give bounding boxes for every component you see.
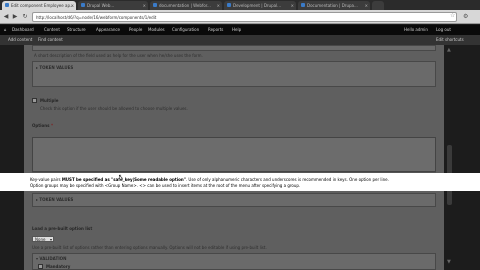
close-tab-icon[interactable]: ×: [71, 1, 74, 10]
menu-help[interactable]: Help: [232, 25, 241, 35]
menu-modules[interactable]: Modules: [148, 25, 165, 35]
menu-people[interactable]: People: [129, 25, 142, 35]
bookmark-star-icon[interactable]: ☆: [450, 12, 455, 19]
drupal-favicon-icon: [153, 3, 157, 7]
validation-fieldset: [32, 253, 436, 270]
help-prefix: Key-value pairs: [30, 177, 62, 182]
mandatory-label: Mandatory: [46, 264, 71, 269]
close-tab-icon[interactable]: ×: [365, 1, 368, 10]
page-content: A short description of the field used as…: [0, 45, 480, 270]
options-label: Options *: [32, 123, 53, 128]
logout-link[interactable]: Log out: [436, 25, 451, 35]
menu-reports[interactable]: Reports: [208, 25, 223, 35]
page-scrollbar[interactable]: ▲ ▼: [444, 45, 456, 270]
menu-structure[interactable]: Structure: [67, 25, 86, 35]
url-input[interactable]: http://localhost/d6/?q=node/16/webform/c…: [32, 12, 457, 22]
options-help-line-2: Option groups may be specified with <Gro…: [30, 183, 301, 188]
close-tab-icon[interactable]: ×: [217, 1, 220, 10]
token-values-toggle-2[interactable]: ▸ TOKEN VALUES: [36, 197, 73, 202]
back-arrow-icon[interactable]: ◀: [2, 13, 10, 21]
chevron-down-icon: ▾: [49, 237, 52, 242]
close-tab-icon[interactable]: ×: [143, 1, 146, 10]
tab-label: Drupal Web...: [87, 3, 115, 8]
drupal-favicon-icon: [301, 3, 305, 7]
validation-toggle[interactable]: ▾ VALIDATION: [36, 256, 66, 261]
home-icon[interactable]: ⌂: [4, 25, 7, 35]
mandatory-checkbox[interactable]: [38, 264, 43, 269]
validation-legend: VALIDATION: [39, 256, 67, 261]
scroll-down-arrow-icon[interactable]: ▼: [447, 259, 451, 265]
tab-edit-component[interactable]: Edit component Employee ap... ×: [2, 1, 76, 10]
drupal-favicon-icon: [81, 3, 85, 7]
tab-label: Edit component Employee ap...: [11, 3, 74, 8]
browser-tab-bar: Edit component Employee ap... × Drupal W…: [0, 0, 480, 18]
options-label-text: Options: [32, 123, 50, 128]
options-help-highlight: Key-value pairs MUST be specified as "sa…: [0, 173, 480, 191]
tab-label: documentation | Webfor...: [159, 3, 211, 8]
reload-icon[interactable]: ↻: [21, 13, 29, 21]
options-textarea[interactable]: [32, 137, 436, 172]
options-help-line-1: Key-value pairs MUST be specified as "sa…: [30, 177, 389, 182]
prebuilt-list-select[interactable]: None ▾: [32, 236, 54, 242]
webform-component-form: A short description of the field used as…: [24, 45, 444, 270]
shortcut-find-content[interactable]: Find content: [38, 35, 63, 45]
edit-shortcuts-link[interactable]: Edit shortcuts: [436, 35, 464, 45]
forward-arrow-icon[interactable]: ▶: [11, 13, 19, 21]
token-values-fieldset-1: [32, 61, 436, 87]
scroll-up-arrow-icon[interactable]: ▲: [447, 47, 451, 53]
description-help: A short description of the field used as…: [34, 53, 203, 58]
prebuilt-list-label: Load a pre-built option list: [32, 226, 93, 231]
required-marker: *: [50, 123, 54, 128]
token-values-legend: TOKEN VALUES: [39, 65, 74, 70]
tab-drupal-web[interactable]: Drupal Web... ×: [78, 1, 148, 10]
tab-documentation-webform[interactable]: documentation | Webfor... ×: [150, 1, 222, 10]
token-values-legend: TOKEN VALUES: [39, 197, 74, 202]
description-field[interactable]: [32, 45, 436, 51]
menu-appearance[interactable]: Appearance: [96, 25, 120, 35]
admin-toolbar: ⌂ Dashboard Content Structure Appearance…: [0, 25, 480, 35]
address-bar: ◀ ▶ ↻ http://localhost/d6/?q=node/16/web…: [0, 10, 480, 24]
token-values-toggle-1[interactable]: ▸ TOKEN VALUES: [36, 65, 73, 70]
tab-documentation-drupal[interactable]: Documentation | Drupa... ×: [298, 1, 370, 10]
new-tab-button[interactable]: [372, 1, 384, 10]
menu-content[interactable]: Content: [44, 25, 60, 35]
mouse-cursor-icon: ↖: [118, 173, 124, 181]
multiple-checkbox[interactable]: [32, 98, 37, 103]
prebuilt-list-help: Use a pre-built list of options rather t…: [32, 245, 267, 250]
tab-label: Documentation | Drupa...: [307, 3, 358, 8]
menu-configuration[interactable]: Configuration: [172, 25, 199, 35]
menu-dashboard[interactable]: Dashboard: [12, 25, 34, 35]
multiple-label: Multiple: [40, 98, 59, 103]
user-greeting[interactable]: Hello admin: [404, 25, 428, 35]
tab-label: Development | Drupal...: [233, 3, 281, 8]
drupal-favicon-icon: [227, 3, 231, 7]
wrench-menu-icon[interactable]: ⚙: [463, 13, 468, 20]
shortcuts-bar: Add content Find content Edit shortcuts: [0, 35, 480, 45]
tab-development-drupal[interactable]: Development | Drupal... ×: [224, 1, 296, 10]
select-value: None: [35, 237, 46, 242]
help-rest: . Use of only alphanumeric characters an…: [185, 177, 389, 182]
drupal-favicon-icon: [5, 3, 9, 7]
shortcut-add-content[interactable]: Add content: [8, 35, 32, 45]
multiple-help: Check this option if the user should be …: [40, 106, 188, 111]
token-values-fieldset-2: [32, 193, 436, 207]
close-tab-icon[interactable]: ×: [291, 1, 294, 10]
